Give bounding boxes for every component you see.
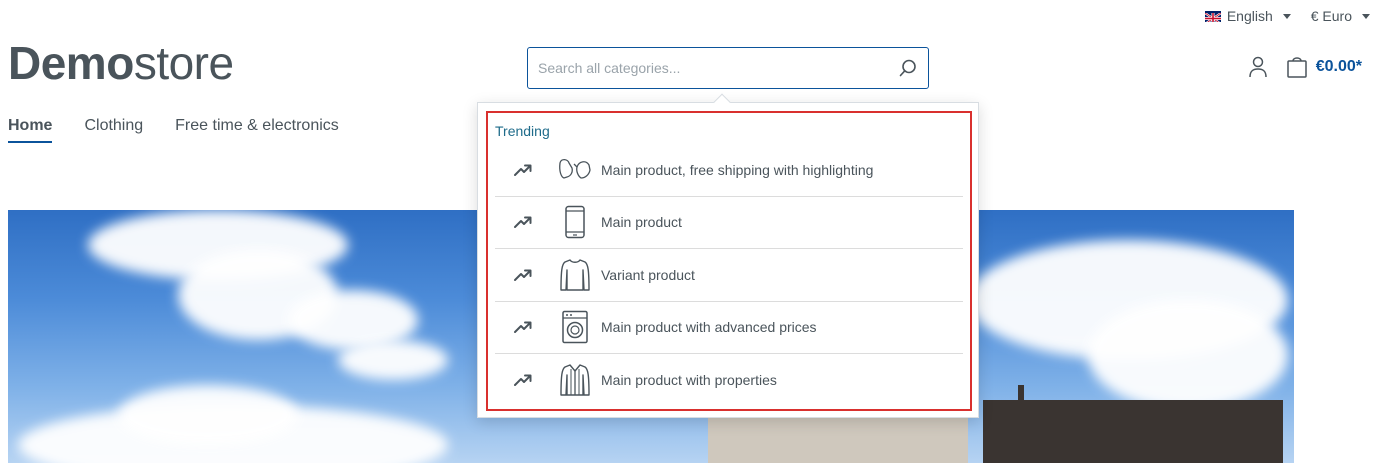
building [1018, 385, 1024, 405]
account-button[interactable] [1248, 56, 1268, 78]
currency-switcher[interactable]: € Euro [1311, 8, 1370, 24]
cart-button[interactable]: €0.00* [1286, 56, 1362, 78]
caret-down-icon [1362, 13, 1370, 19]
jacket-icon [555, 363, 595, 397]
search-icon [899, 59, 916, 77]
building [708, 415, 968, 463]
language-label: English [1226, 8, 1273, 24]
trending-arrow-icon [501, 268, 545, 282]
cart-total: €0.00* [1315, 58, 1362, 75]
header-actions: €0.00* [1248, 56, 1362, 78]
cloud [118, 385, 298, 445]
trending-item-name: Main product, free shipping with highlig… [601, 161, 874, 178]
store-logo[interactable]: Demostore [8, 40, 234, 86]
shirt-icon [555, 258, 595, 292]
trending-item[interactable]: Main product [495, 197, 963, 249]
shopping-bag-icon [1286, 57, 1307, 78]
logo-light: store [133, 37, 234, 89]
cloud [1088, 300, 1288, 410]
building [983, 400, 1283, 463]
cloud [338, 340, 448, 380]
trending-arrow-icon [501, 373, 545, 387]
trending-heading: Trending [495, 123, 550, 139]
trending-arrow-icon [501, 163, 545, 177]
uk-flag-icon [1204, 10, 1221, 22]
trending-item[interactable]: Main product, free shipping with highlig… [495, 144, 963, 197]
trending-item[interactable]: Main product with properties [495, 354, 963, 407]
trending-item[interactable]: Main product with advanced prices [495, 302, 963, 354]
logo-bold: Demo [8, 37, 134, 89]
trending-list: Main product, free shipping with highlig… [495, 144, 963, 407]
trending-arrow-icon [501, 320, 545, 334]
nav-item-free-time-electronics[interactable]: Free time & electronics [175, 117, 339, 143]
trending-item-name: Main product with advanced prices [601, 319, 817, 336]
trending-arrow-icon [501, 215, 545, 229]
trending-item-name: Variant product [601, 266, 695, 283]
search-button[interactable] [888, 48, 928, 88]
trending-item[interactable]: Variant product [495, 249, 963, 302]
search-input[interactable] [528, 48, 888, 88]
smartphone-icon [555, 205, 595, 239]
top-bar: English € Euro [1204, 8, 1370, 24]
washing-machine-icon [555, 310, 595, 344]
trending-item-name: Main product [601, 214, 682, 231]
nav-item-home[interactable]: Home [8, 117, 53, 143]
user-icon [1248, 56, 1267, 78]
caret-down-icon [1282, 13, 1291, 19]
trending-item-name: Main product with properties [601, 372, 777, 389]
main-navigation: Home Clothing Free time & electronics [8, 117, 339, 143]
nav-item-clothing[interactable]: Clothing [84, 117, 143, 143]
search-suggestions-dropdown: Trending Main product, free shipping wit… [477, 93, 979, 418]
search-box [527, 47, 929, 89]
currency-label: € Euro [1310, 8, 1352, 24]
language-switcher[interactable]: English [1204, 8, 1291, 24]
dropdown-notch [713, 93, 731, 111]
mittens-icon [555, 157, 595, 183]
